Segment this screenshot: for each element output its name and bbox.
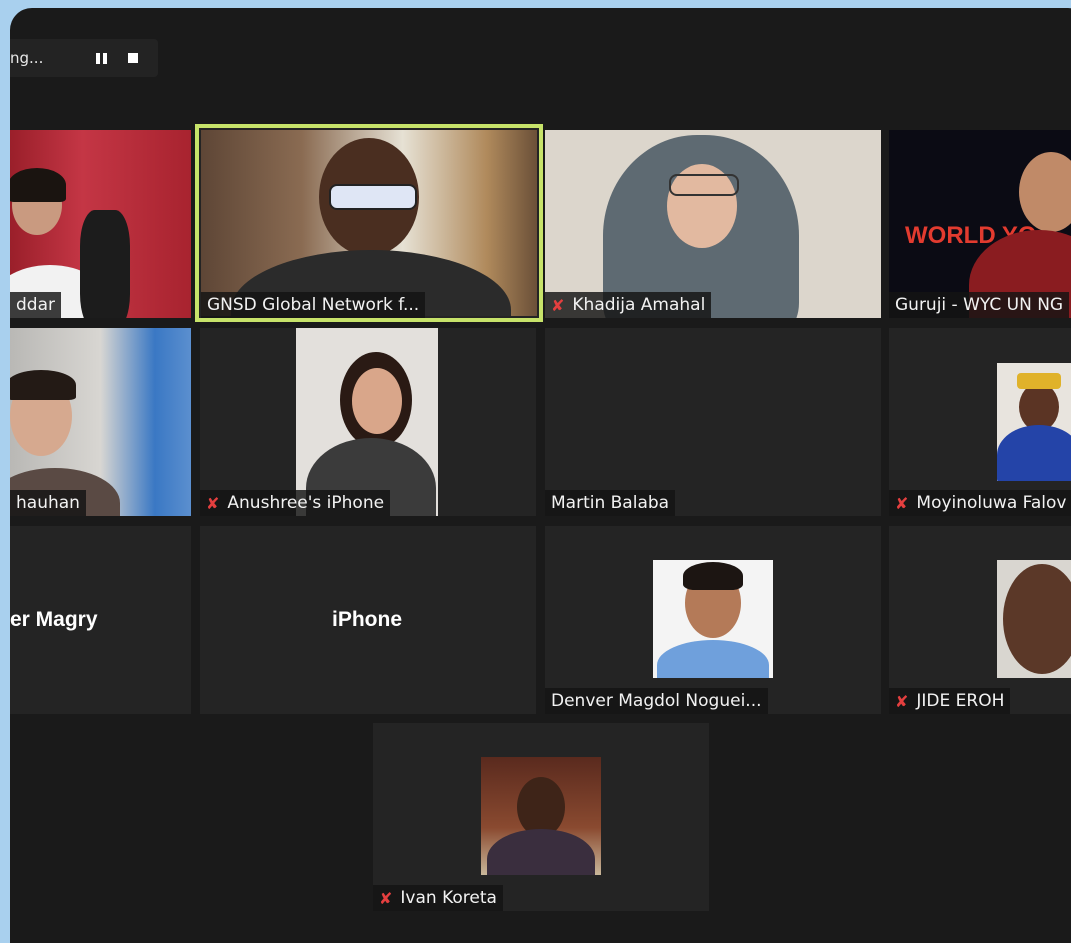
pause-icon [95,52,107,64]
participant-name: hauhan [10,490,86,516]
video-feed [481,757,601,875]
video-feed [10,130,191,318]
video-feed [10,328,191,516]
participant-tile[interactable]: Martin Balaba [545,328,881,516]
participant-tile[interactable]: iPhone [200,526,536,714]
participant-name: ✘ Anushree's iPhone [200,490,391,516]
participant-name: ✘ JIDE EROH [889,688,1011,714]
participant-tile[interactable]: er Magry [10,526,191,714]
video-feed [653,560,773,678]
participant-tile[interactable]: ✘ Moyinoluwa Falov [889,328,1071,516]
recording-bar: ng... [10,39,158,77]
participant-name: ✘ Khadija Amahal [545,292,712,318]
muted-mic-icon: ✘ [895,691,909,711]
recording-label: ng... [10,49,44,67]
participant-name: ddar [10,292,61,318]
participant-name: Martin Balaba [545,490,676,516]
participant-tile[interactable]: WORLD YO Guruji - WYC UN NG [889,130,1071,318]
participant-name: Denver Magdol Noguei... [545,688,768,714]
video-feed [296,328,438,516]
participant-tile[interactable]: ✘ Khadija Amahal [545,130,881,318]
participant-name: er Magry [10,608,98,631]
muted-mic-icon: ✘ [206,493,220,513]
video-feed [201,130,537,316]
participant-name: GNSD Global Network f... [201,292,426,318]
participant-name: ✘ Moyinoluwa Falov [889,490,1071,516]
participant-tile[interactable]: ✘ Anushree's iPhone [200,328,536,516]
participant-name: ✘ Ivan Koreta [373,885,503,911]
stop-recording-button[interactable] [120,45,146,71]
muted-mic-icon: ✘ [379,888,393,908]
muted-mic-icon: ✘ [551,295,565,315]
stop-icon [128,53,138,63]
participant-tile[interactable]: hauhan [10,328,191,516]
participant-tile-active-speaker[interactable]: GNSD Global Network f... [195,124,543,322]
participant-name: iPhone [332,608,403,631]
participant-name: Guruji - WYC UN NG [889,292,1070,318]
participant-tile[interactable]: ✘ JIDE EROH [889,526,1071,714]
meeting-window: ng... ddar GNSD Global Network f... ✘ Kh… [10,8,1071,943]
video-feed [545,130,881,318]
pause-recording-button[interactable] [88,45,114,71]
participant-tile[interactable]: ddar [10,130,191,318]
participant-tile[interactable]: ✘ Ivan Koreta [373,723,709,911]
video-feed: WORLD YO [889,130,1071,318]
video-feed [997,560,1071,678]
participant-tile[interactable]: Denver Magdol Noguei... [545,526,881,714]
video-feed [997,363,1071,481]
muted-mic-icon: ✘ [895,493,909,513]
